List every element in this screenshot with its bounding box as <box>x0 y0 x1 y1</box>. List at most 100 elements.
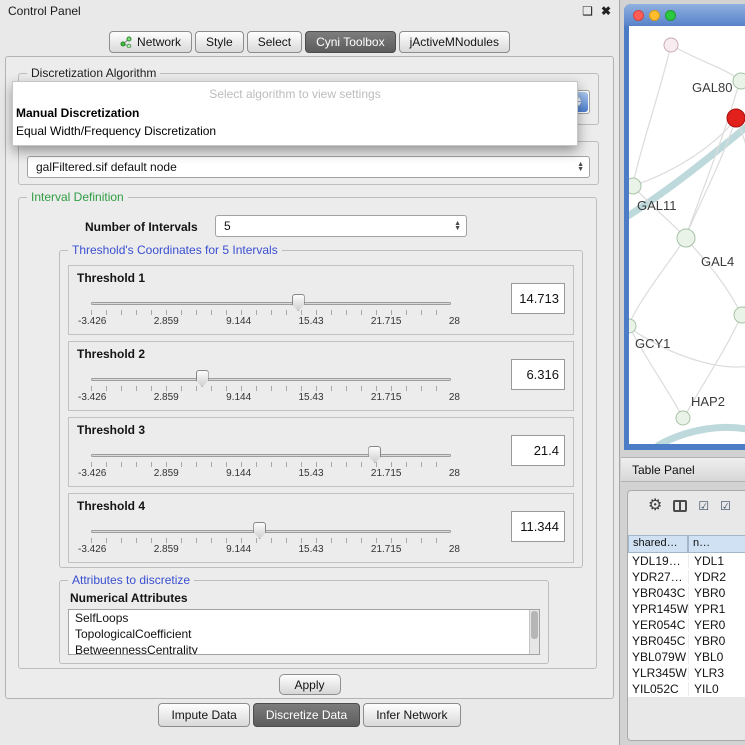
slider-thumb[interactable] <box>253 522 266 539</box>
tab-infer-network[interactable]: Infer Network <box>363 703 460 727</box>
table-panel-body: ⚙ ☑ ☑ shared… n… YDL19… YDL1 YDR27… YDR2… <box>627 490 745 741</box>
table-row[interactable]: YDR27… YDR2 <box>628 569 745 585</box>
slider-groove <box>91 530 451 533</box>
table-row[interactable]: YBR043C YBR0 <box>628 585 745 601</box>
table-row[interactable]: YBL079W YBL0 <box>628 649 745 665</box>
tick-label: -3.426 <box>78 392 106 403</box>
slider-ticks <box>91 462 451 467</box>
numerical-attributes-heading: Numerical Attributes <box>70 591 188 605</box>
thick-edge <box>657 427 745 444</box>
tab-label: Style <box>206 35 233 49</box>
threshold-label: Threshold 3 <box>77 423 145 437</box>
tab-discretize-data[interactable]: Discretize Data <box>253 703 360 727</box>
columns-icon[interactable] <box>673 500 687 512</box>
slider-thumb[interactable] <box>292 294 305 311</box>
list-item[interactable]: TopologicalCoefficient <box>69 626 539 642</box>
table-row[interactable]: YPR145W YPR1 <box>628 601 745 617</box>
control-panel-titlebar: Control Panel ❑ ✖ <box>0 0 619 22</box>
cyni-toolbox-content: Discretization Algorithm ▲▼ Select algor… <box>5 56 614 699</box>
threshold-2-slider[interactable]: -3.426 2.859 9.144 15.43 21.715 28 <box>91 370 451 406</box>
threshold-2-value-field[interactable]: 6.316 <box>511 359 565 390</box>
combo-value: galFiltered.sif default node <box>36 160 177 174</box>
tab-select[interactable]: Select <box>247 31 302 53</box>
tick-label: 28 <box>449 544 460 555</box>
close-traffic-light-icon[interactable] <box>633 10 644 21</box>
tick-label: 15.43 <box>299 316 324 327</box>
tick-labels: -3.426 2.859 9.144 15.43 21.715 28 <box>78 316 460 327</box>
apply-button[interactable]: Apply <box>279 674 341 695</box>
node-label: GAL11 <box>637 198 677 213</box>
list-scrollbar[interactable] <box>529 610 539 654</box>
column-header-shared-name[interactable]: shared… <box>628 535 688 553</box>
threshold-label: Threshold 2 <box>77 347 145 361</box>
algorithm-dropdown-popup: Select algorithm to view settings Manual… <box>12 81 578 146</box>
threshold-1-value-field[interactable]: 14.713 <box>511 283 565 314</box>
column-header-name[interactable]: n… <box>688 535 745 553</box>
node-label: GAL80 <box>692 80 732 95</box>
number-of-intervals-combobox[interactable]: 5 ▲▼ <box>215 215 467 237</box>
table-panel-title: Table Panel <box>632 463 695 477</box>
checkbox-icon[interactable]: ☑ <box>720 500 731 512</box>
table-row[interactable]: YIL052C YIL0 <box>628 681 745 697</box>
table-panel-header: Table Panel <box>621 457 745 482</box>
network-graph: GAL80 GAL11 GAL4 GCY1 HAP2 <box>629 26 745 444</box>
threshold-3-value-field[interactable]: 21.4 <box>511 435 565 466</box>
list-item[interactable]: SelfLoops <box>69 610 539 626</box>
table-row[interactable]: YLR345W YLR3 <box>628 665 745 681</box>
slider-groove <box>91 454 451 457</box>
threshold-coordinates-group: Threshold's Coordinates for 5 Intervals … <box>59 250 583 568</box>
tick-label: 9.144 <box>226 468 251 479</box>
tab-style[interactable]: Style <box>195 31 244 53</box>
dropdown-hint: Select algorithm to view settings <box>13 85 577 104</box>
table-row[interactable]: YER054C YER0 <box>628 617 745 633</box>
dropdown-option-equal-width-frequency[interactable]: Equal Width/Frequency Discretization <box>13 122 577 140</box>
float-window-icon[interactable]: ❑ <box>582 4 593 18</box>
table-row[interactable]: YDL19… YDL1 <box>628 553 745 569</box>
network-canvas[interactable]: GAL80 GAL11 GAL4 GCY1 HAP2 <box>629 26 745 444</box>
tick-label: 21.715 <box>371 316 402 327</box>
slider-thumb[interactable] <box>368 446 381 463</box>
network-node-selected[interactable] <box>727 109 745 127</box>
node-label: GCY1 <box>635 336 670 351</box>
network-node-gal4[interactable] <box>677 229 695 247</box>
dropdown-option-manual-discretization[interactable]: Manual Discretization <box>13 104 577 122</box>
table-row[interactable]: YBR045C YBR0 <box>628 633 745 649</box>
tick-labels: -3.426 2.859 9.144 15.43 21.715 28 <box>78 544 460 555</box>
tick-labels: -3.426 2.859 9.144 15.43 21.715 28 <box>78 468 460 479</box>
network-window-titlebar[interactable] <box>624 4 745 26</box>
tab-impute-data[interactable]: Impute Data <box>158 703 249 727</box>
table-rows: YDL19… YDL1 YDR27… YDR2 YBR043C YBR0 YPR… <box>628 553 745 697</box>
close-icon[interactable]: ✖ <box>601 4 611 18</box>
table-data-combobox[interactable]: galFiltered.sif default node ▲▼ <box>27 156 590 178</box>
scrollbar-thumb[interactable] <box>531 611 538 639</box>
zoom-traffic-light-icon[interactable] <box>665 10 676 21</box>
list-item[interactable]: BetweennessCentrality <box>69 642 539 655</box>
combo-value: 5 <box>224 219 231 233</box>
slider-ticks <box>91 538 451 543</box>
network-node[interactable] <box>664 38 678 52</box>
gear-icon[interactable]: ⚙ <box>648 498 662 514</box>
tab-jactivemnodules[interactable]: jActiveMNodules <box>399 31 510 53</box>
threshold-1-slider[interactable]: -3.426 2.859 9.144 15.43 21.715 28 <box>91 294 451 330</box>
threshold-3-slider[interactable]: -3.426 2.859 9.144 15.43 21.715 28 <box>91 446 451 482</box>
cell-shared-name: YER054C <box>628 618 688 632</box>
numerical-attributes-list: SelfLoops TopologicalCoefficient Between… <box>68 609 540 655</box>
network-node-hap2[interactable] <box>676 411 690 425</box>
network-node-gal80[interactable] <box>733 73 745 89</box>
threshold-4-value-field[interactable]: 11.344 <box>511 511 565 542</box>
node-label: HAP2 <box>691 394 725 409</box>
tick-label: 2.859 <box>154 468 179 479</box>
slider-thumb[interactable] <box>196 370 209 387</box>
threshold-4-slider[interactable]: -3.426 2.859 9.144 15.43 21.715 28 <box>91 522 451 558</box>
network-view-window: GAL80 GAL11 GAL4 GCY1 HAP2 <box>624 4 745 450</box>
tab-network[interactable]: Network <box>109 31 192 53</box>
checkbox-icon[interactable]: ☑ <box>698 500 709 512</box>
network-node-gal11[interactable] <box>629 178 641 194</box>
network-icon <box>120 36 132 48</box>
threshold-label: Threshold 1 <box>77 271 145 285</box>
minimize-traffic-light-icon[interactable] <box>649 10 660 21</box>
cell-name: YBL0 <box>688 650 745 664</box>
tab-cyni-toolbox[interactable]: Cyni Toolbox <box>305 31 395 53</box>
network-node[interactable] <box>734 307 745 323</box>
combo-arrows-icon: ▲▼ <box>577 162 584 172</box>
